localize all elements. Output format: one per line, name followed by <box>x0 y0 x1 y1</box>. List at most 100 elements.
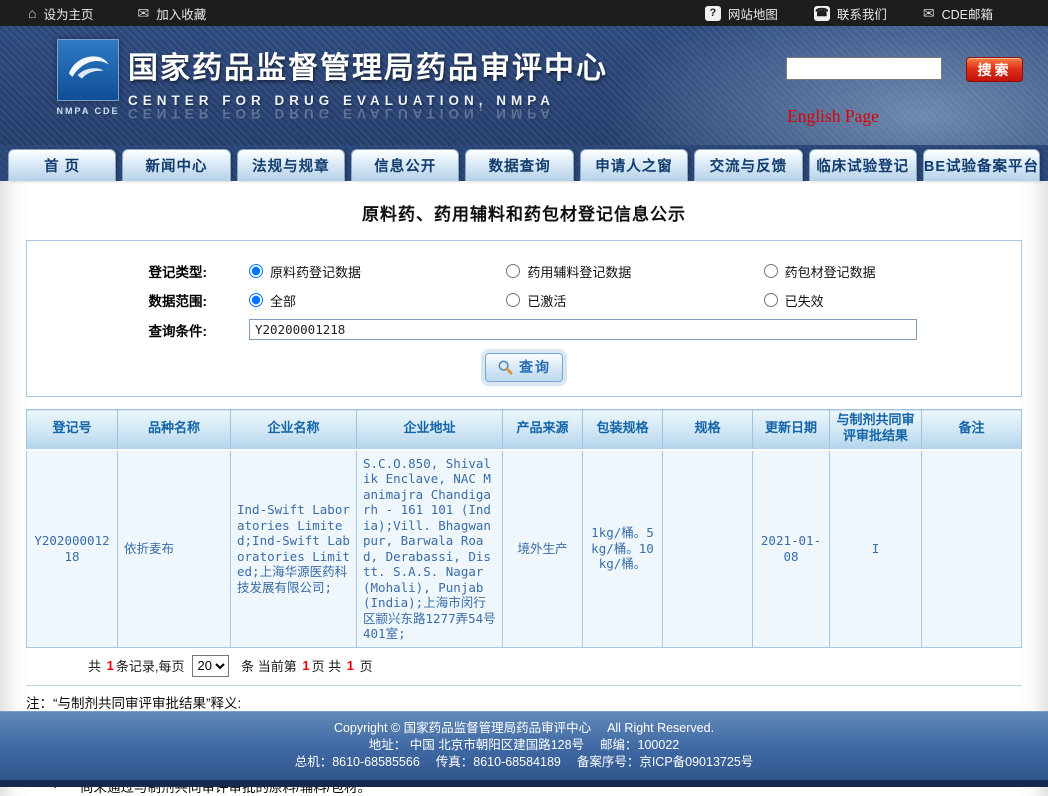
nav-tab-applicant-window[interactable]: 申请人之窗 <box>580 149 688 181</box>
radio-expired[interactable] <box>764 293 778 307</box>
data-scope-row: 数据范围: 全部 已激活 已失效 <box>27 290 1021 310</box>
legend-title: 注：“与制剂共同审评审批结果”释义: <box>26 692 1022 712</box>
swan-swoosh-icon <box>62 44 114 96</box>
question-mark-icon: ? <box>705 6 721 21</box>
cell-remarks <box>922 450 1022 648</box>
site-title-block: 国家药品监督管理局药品审评中心 CENTER FOR DRUG EVALUATI… <box>128 43 608 121</box>
logo-mark <box>57 39 119 101</box>
site-title-chinese: 国家药品监督管理局药品审评中心 <box>128 43 608 87</box>
nav-tab-regulations[interactable]: 法规与规章 <box>237 149 345 181</box>
cell-company-name: Ind-Swift Laboratories Limited;Ind-Swift… <box>231 450 357 648</box>
option-all[interactable]: 全部 <box>249 291 506 310</box>
main-nav: 首 页 新闻中心 法规与规章 信息公开 数据查询 申请人之窗 交流与反馈 临床试… <box>0 145 1048 181</box>
set-homepage-label: 设为主页 <box>43 4 93 23</box>
results-table-wrap: 登记号 品种名称 企业名称 企业地址 产品来源 包装规格 规格 更新日期 与制剂… <box>26 409 1022 648</box>
cell-company-address: S.C.O.850, Shivalik Enclave, NAC Manimaj… <box>357 450 503 648</box>
footer-address: 地址： 中国 北京市朝阳区建国路128号 邮编：100022 <box>0 737 1048 754</box>
radio-raw-material-data[interactable] <box>249 264 263 278</box>
radio-excipient-data[interactable] <box>506 264 520 278</box>
nav-tab-feedback[interactable]: 交流与反馈 <box>694 149 802 181</box>
page-title: 原料药、药用辅料和药包材登记信息公示 <box>0 181 1048 238</box>
utility-bar-left: ⌂ 设为主页 ✉ 加入收藏 <box>28 4 206 23</box>
query-button-row: 查询 <box>27 353 1021 382</box>
option-label: 全部 <box>270 291 296 310</box>
footer-copyright: Copyright © 国家药品监督管理局药品审评中心 All Right Re… <box>0 720 1048 737</box>
footer-contact: 总机：8610-68585566 传真：8610-68584189 备案序号：京… <box>0 754 1048 771</box>
site-header: NMPA CDE 国家药品监督管理局药品审评中心 CENTER FOR DRUG… <box>0 26 1048 145</box>
nav-tab-clinical-trial-registry[interactable]: 临床试验登记 <box>809 149 917 181</box>
col-product-source: 产品来源 <box>503 410 583 450</box>
option-raw-material-data[interactable]: 原料药登记数据 <box>249 262 506 281</box>
col-packaging-spec: 包装规格 <box>583 410 663 450</box>
set-homepage-link[interactable]: ⌂ 设为主页 <box>28 4 93 23</box>
cde-mail-link[interactable]: ✉ CDE邮箱 <box>923 4 993 23</box>
query-condition-input[interactable] <box>249 319 917 340</box>
table-row: Y20200001218 依折麦布 Ind-Swift Laboratories… <box>27 450 1022 648</box>
option-label: 药包材登记数据 <box>785 262 876 281</box>
nav-tab-be-trial-platform[interactable]: BE试验备案平台 <box>923 149 1040 181</box>
radio-packaging-data[interactable] <box>764 264 778 278</box>
pagination-text: 共 <box>88 656 105 675</box>
option-activated[interactable]: 已激活 <box>506 291 763 310</box>
nav-tab-home[interactable]: 首 页 <box>8 149 116 181</box>
cell-spec <box>663 450 753 648</box>
english-page-link[interactable]: English Page <box>787 106 879 127</box>
option-label: 原料药登记数据 <box>270 262 361 281</box>
header-search-input[interactable] <box>786 57 942 80</box>
pagination-text: 页 共 <box>312 656 345 675</box>
site-footer: Copyright © 国家药品监督管理局药品审评中心 All Right Re… <box>0 711 1048 787</box>
col-company-name: 企业名称 <box>231 410 357 450</box>
cell-packaging-spec: 1kg/桶。5kg/桶。10kg/桶。 <box>583 450 663 648</box>
utility-bar-right: ? 网站地图 ☎ 联系我们 ✉ CDE邮箱 <box>705 4 993 23</box>
phone-icon: ☎ <box>814 6 830 21</box>
main-content: 原料药、药用辅料和药包材登记信息公示 登记类型: 原料药登记数据 药用辅料登记数… <box>0 181 1048 796</box>
nmpa-cde-logo[interactable]: NMPA CDE <box>55 39 121 116</box>
pagination-text: 条记录,每页 <box>116 656 185 675</box>
option-packaging-data[interactable]: 药包材登记数据 <box>764 262 1021 281</box>
cde-mail-label: CDE邮箱 <box>942 4 993 23</box>
total-pages: 1 <box>345 658 356 673</box>
site-title-english-reflection: CENTER FOR DRUG EVALUATION, NMPA <box>128 106 608 121</box>
query-condition-row: 查询条件: <box>27 319 1021 340</box>
col-update-date: 更新日期 <box>753 410 830 450</box>
envelope-icon: ✉ <box>137 6 149 20</box>
query-condition-label: 查询条件: <box>27 320 207 340</box>
nav-tab-info-disclosure[interactable]: 信息公开 <box>351 149 459 181</box>
sitemap-link[interactable]: ? 网站地图 <box>705 4 778 23</box>
option-expired[interactable]: 已失效 <box>764 291 1021 310</box>
logo-caption: NMPA CDE <box>55 106 121 116</box>
current-page: 1 <box>300 658 311 673</box>
nav-tab-news[interactable]: 新闻中心 <box>122 149 230 181</box>
nav-tab-data-query[interactable]: 数据查询 <box>465 149 573 181</box>
col-spec: 规格 <box>663 410 753 450</box>
pagination-text: 条 当前第 <box>237 656 300 675</box>
add-favorite-link[interactable]: ✉ 加入收藏 <box>137 4 206 23</box>
col-joint-review-result: 与制剂共同审评审批结果 <box>830 410 922 450</box>
col-registration-no: 登记号 <box>27 410 118 450</box>
table-header-row: 登记号 品种名称 企业名称 企业地址 产品来源 包装规格 规格 更新日期 与制剂… <box>27 410 1022 450</box>
radio-activated[interactable] <box>506 293 520 307</box>
registration-type-row: 登记类型: 原料药登记数据 药用辅料登记数据 药包材登记数据 <box>27 261 1021 281</box>
results-table: 登记号 品种名称 企业名称 企业地址 产品来源 包装规格 规格 更新日期 与制剂… <box>26 409 1022 648</box>
utility-bar: ⌂ 设为主页 ✉ 加入收藏 ? 网站地图 ☎ 联系我们 ✉ CDE邮箱 <box>0 0 1048 26</box>
query-button[interactable]: 查询 <box>485 353 563 382</box>
col-product-name: 品种名称 <box>118 410 231 450</box>
col-company-address: 企业地址 <box>357 410 503 450</box>
option-label: 已激活 <box>527 291 566 310</box>
mail-icon: ✉ <box>923 6 935 20</box>
pagination-text: 页 <box>356 656 373 675</box>
option-label: 药用辅料登记数据 <box>527 262 631 281</box>
cell-product-name: 依折麦布 <box>118 450 231 648</box>
option-excipient-data[interactable]: 药用辅料登记数据 <box>506 262 763 281</box>
total-records: 1 <box>105 658 116 673</box>
header-search-button[interactable]: 搜索 <box>966 57 1023 82</box>
sitemap-label: 网站地图 <box>728 4 778 23</box>
page-size-select[interactable]: 20 <box>192 655 229 677</box>
radio-all[interactable] <box>249 293 263 307</box>
cell-product-source: 境外生产 <box>503 450 583 648</box>
option-label: 已失效 <box>785 291 824 310</box>
contact-us-link[interactable]: ☎ 联系我们 <box>814 4 887 23</box>
footer-text-block: Copyright © 国家药品监督管理局药品审评中心 All Right Re… <box>0 711 1048 780</box>
cell-joint-review-result: I <box>830 450 922 648</box>
contact-us-label: 联系我们 <box>837 4 887 23</box>
